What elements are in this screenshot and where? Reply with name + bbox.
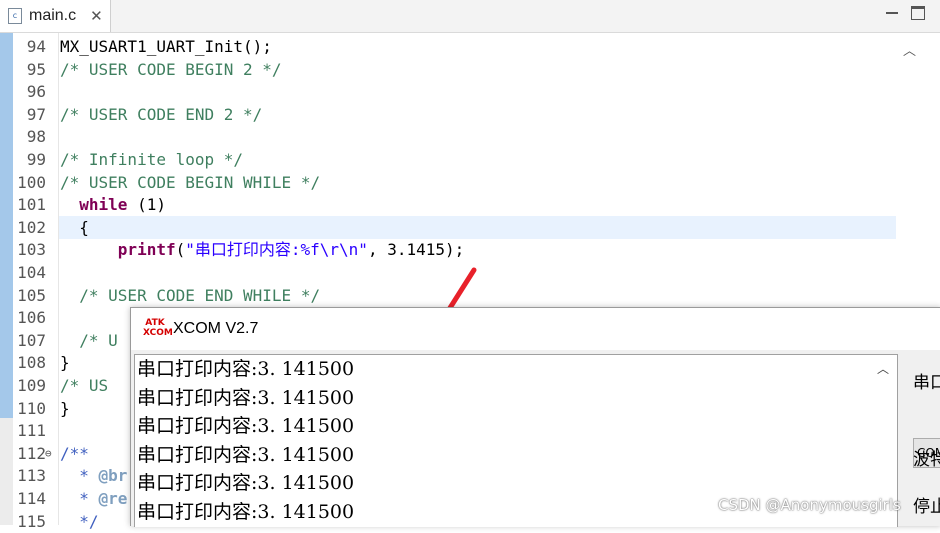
xcom-title-bar[interactable]: ATK XCOM XCOM V2.7 [131,308,940,350]
receive-scroll-up-icon[interactable]: ︿ [877,360,889,377]
receive-line: 串口打印内容:3. 141500 [137,415,355,437]
stop-bits-label: 停止 [913,497,940,517]
receive-line: 串口打印内容:3. 141500 [137,472,355,494]
xcom-window[interactable]: ATK XCOM XCOM V2.7 串口打印内容:3. 141500 串口打印内容… [130,307,940,527]
receive-line: 串口打印内容:3. 141500 [137,386,355,409]
receive-line: 串口打印内容:3. 141500 [137,443,355,466]
receive-line: 串口打印内容:3. 141500 [137,358,355,380]
atk-xcom-logo: ATK XCOM [143,318,173,338]
watermark: CSDN @Anonymousgirls [718,496,901,514]
xcom-title: XCOM V2.7 [173,320,259,337]
baud-label: 波特 [913,450,940,470]
serial-port-label: 串口 [913,373,940,393]
